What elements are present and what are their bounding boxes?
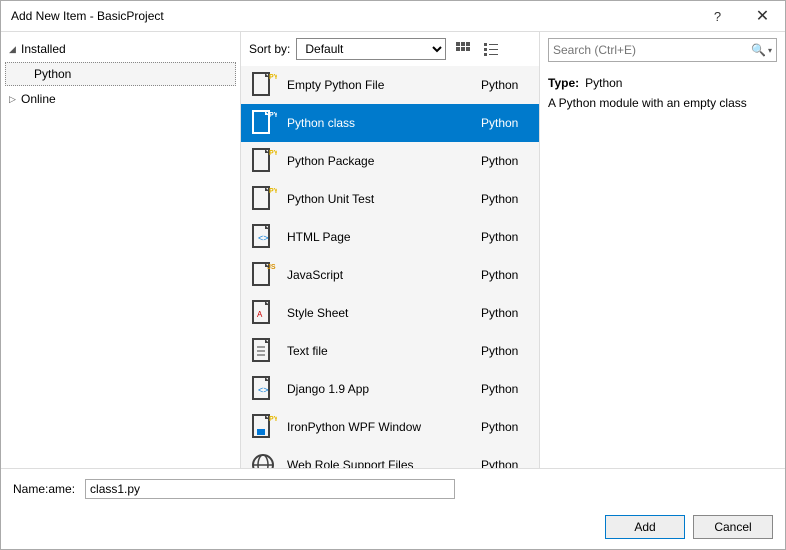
search-icon[interactable]: 🔍 [751,43,766,57]
cancel-button[interactable]: Cancel [693,515,773,539]
item-list[interactable]: PY Empty Python File Python PY Python cl… [241,66,539,468]
file-py-icon: PY [249,185,277,213]
window-title: Add New Item - BasicProject [11,9,695,23]
list-item[interactable]: <> HTML Page Python [241,218,539,256]
list-item[interactable]: PY Python Unit Test Python [241,180,539,218]
button-row: Add Cancel [13,515,773,539]
file-py-icon: PY [249,109,277,137]
list-item[interactable]: Web Role Support Files Python [241,446,539,468]
file-html-icon: <> [249,223,277,251]
file-django-icon: <> [249,375,277,403]
right-panel: 🔍 ▾ Type: Python A Python module with an… [540,32,785,468]
svg-text:JS: JS [267,264,276,271]
name-row: Name: ame: [13,479,773,499]
type-label: Type: [548,76,579,90]
details: Type: Python A Python module with an emp… [548,70,777,110]
list-item[interactable]: PY Empty Python File Python [241,66,539,104]
svg-text:<>: <> [258,233,269,243]
add-button[interactable]: Add [605,515,685,539]
type-value: Python [585,76,622,90]
item-type: Python [481,344,531,358]
item-type: Python [481,458,531,468]
list-item[interactable]: PY Python Package Python [241,142,539,180]
sidebar: ◢ Installed Python ▷ Online [1,32,241,468]
list-item[interactable]: JS JavaScript Python [241,256,539,294]
name-input[interactable] [85,479,455,499]
file-py-icon: PY [249,147,277,175]
center-panel: Sort by: Default PY Empty Python File Py… [241,32,540,468]
search-box[interactable]: 🔍 ▾ [548,38,777,62]
tree-python[interactable]: Python [5,62,236,86]
item-name: JavaScript [287,268,471,282]
file-wpf-icon: PY [249,413,277,441]
list-item[interactable]: Text file Python [241,332,539,370]
item-type: Python [481,78,531,92]
file-css-icon: A [249,299,277,327]
tree-python-label: Python [34,67,71,81]
list-item[interactable]: A Style Sheet Python [241,294,539,332]
svg-text:A: A [257,310,263,319]
search-input[interactable] [553,43,751,57]
details-type-row: Type: Python [548,76,777,90]
item-name: Empty Python File [287,78,471,92]
item-name: Django 1.9 App [287,382,471,396]
svg-text:PY: PY [269,188,277,195]
item-type: Python [481,268,531,282]
description: A Python module with an empty class [548,96,777,110]
search-icons: 🔍 ▾ [751,43,772,57]
caret-down-icon: ◢ [9,44,21,55]
tree-online[interactable]: ▷ Online [1,88,240,110]
titlebar: Add New Item - BasicProject ? ✕ [1,1,785,31]
item-type: Python [481,192,531,206]
list-item[interactable]: PY Python class Python [241,104,539,142]
footer: Name: ame: Add Cancel [1,468,785,549]
file-web-icon [249,451,277,468]
svg-text:<>: <> [258,385,269,395]
svg-text:PY: PY [269,74,277,81]
titlebar-buttons: ? ✕ [695,1,785,31]
tree-installed[interactable]: ◢ Installed [1,38,240,60]
item-type: Python [481,230,531,244]
tree-online-label: Online [21,92,56,106]
item-type: Python [481,306,531,320]
svg-text:PY: PY [269,150,277,157]
view-list-button[interactable] [480,38,502,60]
item-type: Python [481,116,531,130]
name-label: Name: [13,482,48,496]
svg-text:PY: PY [269,112,277,119]
item-name: Python class [287,116,471,130]
svg-text:PY: PY [269,416,277,423]
item-name: Web Role Support Files [287,458,471,468]
caret-right-icon: ▷ [9,94,21,105]
sortby-label: Sort by: [249,42,290,56]
tree-installed-label: Installed [21,42,66,56]
item-name: IronPython WPF Window [287,420,471,434]
main-area: ◢ Installed Python ▷ Online Sort by: Def… [1,31,785,468]
item-name: HTML Page [287,230,471,244]
view-grid-button[interactable] [452,38,474,60]
item-type: Python [481,420,531,434]
close-button[interactable]: ✕ [740,1,785,31]
item-type: Python [481,154,531,168]
name-label-rest: ame: [48,482,75,496]
center-header: Sort by: Default [241,32,539,66]
list-item[interactable]: <> Django 1.9 App Python [241,370,539,408]
file-txt-icon [249,337,277,365]
sortby-select[interactable]: Default [296,38,446,60]
file-py-icon: PY [249,71,277,99]
item-type: Python [481,382,531,396]
item-name: Style Sheet [287,306,471,320]
item-name: Python Package [287,154,471,168]
item-name: Text file [287,344,471,358]
help-button[interactable]: ? [695,1,740,31]
search-dropdown-icon[interactable]: ▾ [768,46,772,55]
item-name: Python Unit Test [287,192,471,206]
file-js-icon: JS [249,261,277,289]
list-item[interactable]: PY IronPython WPF Window Python [241,408,539,446]
